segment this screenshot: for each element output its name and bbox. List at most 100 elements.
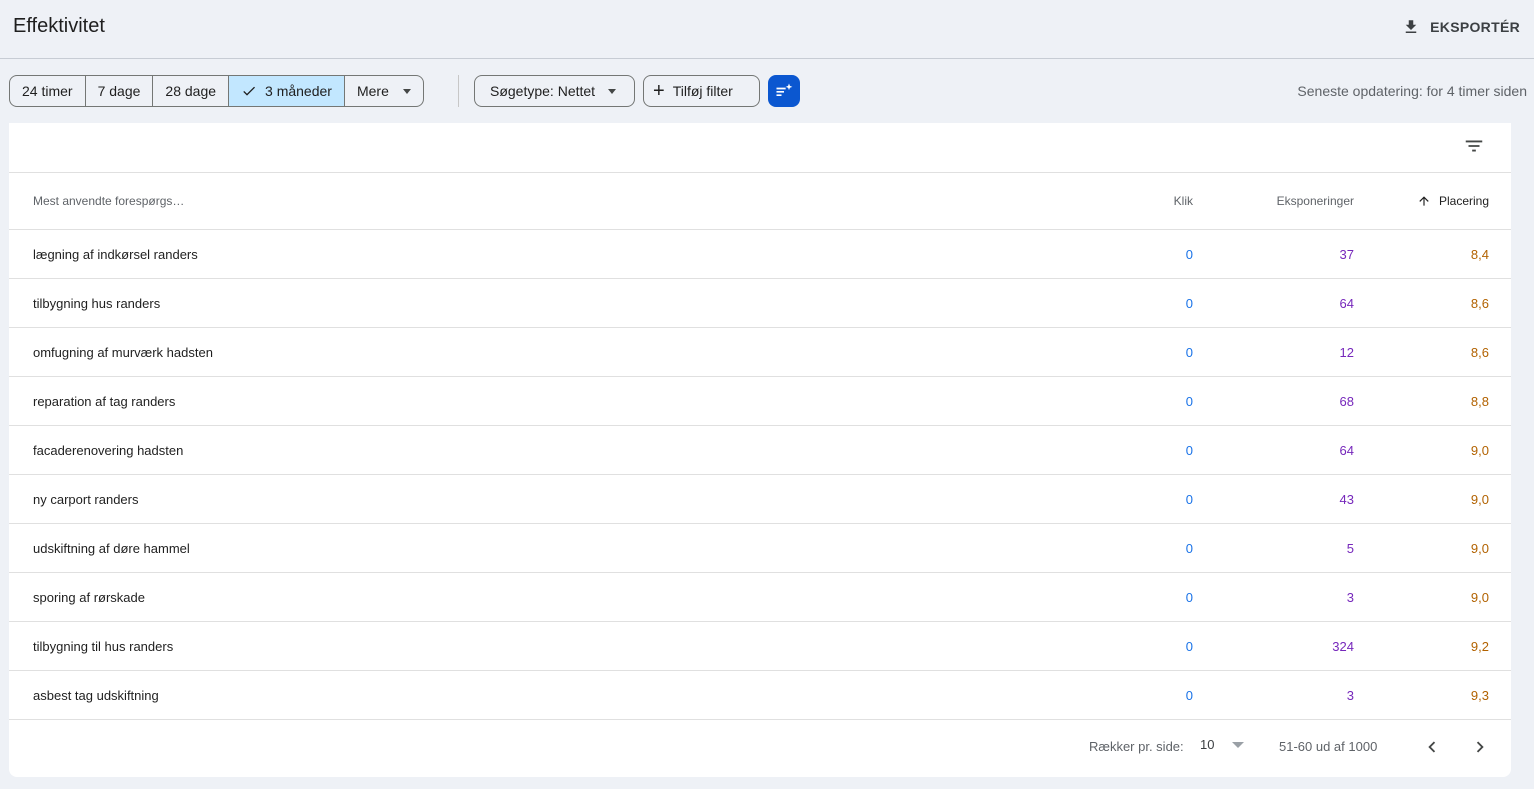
date-range-label: 24 timer — [22, 83, 73, 99]
check-icon — [243, 86, 256, 96]
cell-position: 8,6 — [1470, 345, 1489, 360]
date-range-selector: 24 timer 7 dage 28 dage 3 måneder Mere — [9, 75, 424, 107]
cell-impressions: 3 — [1346, 590, 1354, 605]
cell-query: facaderenovering hadsten — [33, 443, 184, 458]
caret-down-icon — [608, 88, 617, 94]
filter-bar: 24 timer 7 dage 28 dage 3 måneder Mere S… — [0, 59, 1534, 123]
cell-position: 9,0 — [1470, 492, 1489, 507]
caret-down-icon — [1232, 741, 1245, 748]
column-header-position[interactable]: Placering — [1417, 194, 1489, 208]
cell-impressions: 43 — [1339, 492, 1354, 507]
add-filter-label: Tilføj filter — [672, 83, 733, 99]
cell-position: 9,0 — [1470, 590, 1489, 605]
cell-clicks: 0 — [1185, 688, 1193, 703]
next-page-button[interactable] — [1469, 736, 1491, 758]
chevron-left-icon — [1428, 741, 1436, 753]
cell-position: 8,6 — [1470, 296, 1489, 311]
date-range-28d[interactable]: 28 dage — [153, 76, 230, 106]
cell-query: asbest tag udskiftning — [33, 688, 159, 703]
rows-per-page-value: 10 — [1200, 737, 1215, 752]
cell-position: 9,2 — [1470, 639, 1489, 654]
last-update-text: Seneste opdatering: for 4 timer siden — [1297, 83, 1527, 99]
table-row[interactable]: asbest tag udskiftning 0 3 9,3 — [9, 671, 1511, 720]
table-header: Mest anvendte forespørgs… Klik Eksponeri… — [9, 173, 1511, 230]
cell-impressions: 68 — [1339, 394, 1354, 409]
caret-down-icon — [402, 88, 411, 94]
cell-query: tilbygning til hus randers — [33, 639, 174, 654]
more-label: Mere — [356, 83, 389, 99]
table-row[interactable]: ny carport randers 0 43 9,0 — [9, 475, 1511, 524]
date-range-label: 28 dage — [165, 83, 217, 99]
filter-rows-icon[interactable] — [1462, 134, 1486, 158]
rows-per-page-label: Rækker pr. side: — [1089, 739, 1184, 754]
plus-icon: + — [653, 80, 665, 102]
export-label: EKSPORTÉR — [1430, 19, 1520, 35]
rows-per-page-select[interactable]: 10 — [1200, 737, 1245, 752]
date-range-label: 3 måneder — [265, 83, 332, 99]
page-title: Effektivitet — [13, 15, 105, 37]
table-row[interactable]: sporing af rørskade 0 3 9,0 — [9, 573, 1511, 622]
cell-query: tilbygning hus randers — [33, 296, 161, 311]
table-row[interactable]: omfugning af murværk hadsten 0 12 8,6 — [9, 328, 1511, 377]
cell-query: ny carport randers — [33, 492, 139, 507]
column-header-impressions[interactable]: Eksponeringer — [1277, 194, 1354, 208]
cell-position: 9,0 — [1470, 443, 1489, 458]
chevron-right-icon — [1476, 741, 1484, 753]
cell-query: udskiftning af døre hammel — [33, 541, 190, 556]
table-row[interactable]: lægning af indkørsel randers 0 37 8,4 — [9, 230, 1511, 279]
cell-impressions: 37 — [1339, 247, 1354, 262]
add-filter-button[interactable]: + Tilføj filter — [643, 75, 760, 107]
top-bar: Effektivitet EKSPORTÉR — [0, 0, 1534, 59]
cell-impressions: 64 — [1339, 296, 1354, 311]
pagination: Rækker pr. side: 10 51-60 ud af 1000 — [9, 720, 1511, 777]
cell-clicks: 0 — [1185, 639, 1193, 654]
column-header-clicks[interactable]: Klik — [1174, 194, 1193, 208]
table-row[interactable]: tilbygning hus randers 0 64 8,6 — [9, 279, 1511, 328]
cell-query: sporing af rørskade — [33, 590, 145, 605]
cell-clicks: 0 — [1185, 394, 1193, 409]
table-row[interactable]: facaderenovering hadsten 0 64 9,0 — [9, 426, 1511, 475]
previous-page-button[interactable] — [1421, 736, 1443, 758]
cell-position: 9,3 — [1470, 688, 1489, 703]
cell-position: 9,0 — [1470, 541, 1489, 556]
cell-impressions: 5 — [1346, 541, 1354, 556]
more-dropdown[interactable]: Mere — [345, 76, 423, 106]
cell-clicks: 0 — [1185, 443, 1193, 458]
cell-impressions: 64 — [1339, 443, 1354, 458]
cell-impressions: 324 — [1332, 639, 1354, 654]
queries-table-card: Mest anvendte forespørgs… Klik Eksponeri… — [9, 123, 1511, 777]
column-header-query[interactable]: Mest anvendte forespørgs… — [33, 194, 184, 208]
date-range-label: 7 dage — [97, 83, 141, 99]
cell-clicks: 0 — [1185, 345, 1193, 360]
sparkle-filter-icon — [776, 83, 793, 96]
cell-clicks: 0 — [1185, 492, 1193, 507]
date-range-3m[interactable]: 3 måneder — [229, 76, 345, 106]
export-button[interactable]: EKSPORTÉR — [1402, 14, 1520, 40]
position-header-label: Placering — [1438, 194, 1489, 208]
ai-filter-button[interactable] — [768, 75, 800, 107]
table-toolbar — [9, 123, 1511, 173]
cell-query: lægning af indkørsel randers — [33, 247, 198, 262]
cell-clicks: 0 — [1185, 590, 1193, 605]
cell-clicks: 0 — [1185, 296, 1193, 311]
search-type-label: Søgetype: Nettet — [490, 83, 596, 99]
arrow-up-icon — [1419, 196, 1429, 206]
cell-clicks: 0 — [1185, 541, 1193, 556]
cell-query: reparation af tag randers — [33, 394, 176, 409]
divider — [458, 75, 459, 107]
table-row[interactable]: reparation af tag randers 0 68 8,8 — [9, 377, 1511, 426]
cell-position: 8,4 — [1470, 247, 1489, 262]
page-range-text: 51-60 ud af 1000 — [1279, 739, 1378, 754]
download-icon — [1405, 20, 1417, 33]
cell-impressions: 3 — [1346, 688, 1354, 703]
cell-clicks: 0 — [1185, 247, 1193, 262]
table-row[interactable]: udskiftning af døre hammel 0 5 9,0 — [9, 524, 1511, 573]
cell-impressions: 12 — [1339, 345, 1354, 360]
search-type-filter[interactable]: Søgetype: Nettet — [474, 75, 635, 107]
cell-query: omfugning af murværk hadsten — [33, 345, 213, 360]
cell-position: 8,8 — [1470, 394, 1489, 409]
date-range-7d[interactable]: 7 dage — [86, 76, 154, 106]
date-range-24h[interactable]: 24 timer — [10, 76, 86, 106]
table-row[interactable]: tilbygning til hus randers 0 324 9,2 — [9, 622, 1511, 671]
table-body: lægning af indkørsel randers 0 37 8,4 ti… — [9, 230, 1511, 720]
